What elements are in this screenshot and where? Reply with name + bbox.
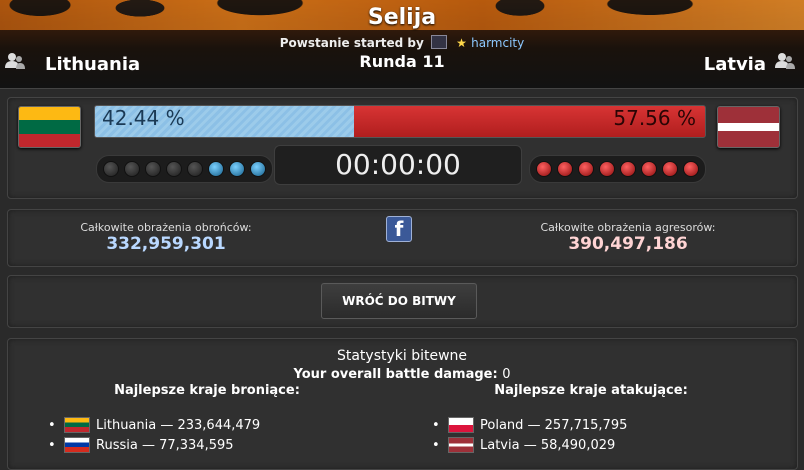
list-item: • Lithuania — 233,644,479 [48, 417, 261, 433]
defender-round-dot [250, 161, 266, 177]
attacker-round-dot [536, 161, 552, 177]
started-by-line: Powstanie started by ★ harmcity [0, 35, 804, 50]
defender-damage-value: 332,959,301 [106, 234, 226, 254]
list-item: • Poland — 257,715,795 [432, 417, 628, 433]
battle-header: Selija Powstanie started by ★ harmcity R… [0, 0, 804, 89]
attacker-country-link[interactable]: Latvia [704, 54, 766, 75]
star-icon: ★ [456, 36, 467, 50]
defender-round-dot [145, 161, 161, 177]
attacker-round-dot [557, 161, 573, 177]
list-item-text: Lithuania — 233,644,479 [96, 417, 261, 433]
defender-round-dot [103, 161, 119, 177]
top-attackers-list: • Poland — 257,715,795 • Latvia — 58,490… [432, 415, 627, 455]
russia-flag-icon [64, 437, 90, 453]
attacker-round-dots [529, 155, 706, 183]
starter-name-link[interactable]: harmcity [471, 36, 524, 50]
defender-round-dot [229, 161, 245, 177]
facebook-icon[interactable]: f [386, 216, 412, 242]
attacker-flag [717, 106, 780, 148]
stats-title: Statystyki bitewne [336, 348, 468, 364]
battle-timer: 00:00:00 [274, 145, 522, 185]
attacker-damage-value: 390,497,186 [568, 234, 688, 254]
list-item-text: Poland — 257,715,795 [480, 417, 628, 433]
top-defenders-heading: Najlepsze kraje broniące: [114, 383, 300, 398]
attacker-users-icon [775, 53, 795, 69]
back-to-battle-button[interactable]: WRÓĆ DO BITWY [321, 283, 477, 319]
starter-avatar-icon [430, 35, 447, 49]
defender-flag [18, 106, 81, 148]
list-item-text: Latvia — 58,490,029 [480, 437, 616, 453]
attacker-round-dot [662, 161, 678, 177]
attacker-damage-label: Całkowite obrażenia agresorów: [540, 221, 716, 234]
latvia-flag-icon [448, 437, 474, 453]
list-item-text: Russia — 77,334,595 [96, 437, 234, 453]
defender-round-dot [166, 161, 182, 177]
attacker-percent: 57.56 % [613, 106, 696, 130]
overall-damage-line: Your overall battle damage: 0 [0, 367, 804, 382]
defender-damage-label: Całkowite obrażenia obrońców: [80, 221, 252, 234]
poland-flag-icon [448, 417, 474, 433]
defender-round-dots [96, 155, 273, 183]
attacker-round-dot [683, 161, 699, 177]
defender-percent: 42.44 % [102, 106, 185, 130]
attacker-round-dot [599, 161, 615, 177]
defender-country-link[interactable]: Lithuania [45, 54, 140, 75]
defender-round-dot [208, 161, 224, 177]
top-defenders-list: • Lithuania — 233,644,479 • Russia — 77,… [48, 415, 260, 455]
attacker-round-dot [641, 161, 657, 177]
lithuania-flag-icon [64, 417, 90, 433]
list-item: • Russia — 77,334,595 [48, 437, 234, 453]
defender-round-dot [187, 161, 203, 177]
started-by-label: Powstanie started by [279, 36, 424, 50]
overall-damage-value: 0 [502, 367, 511, 382]
attacker-round-dot [578, 161, 594, 177]
top-attackers-heading: Najlepsze kraje atakujące: [494, 383, 688, 398]
attacker-round-dot [620, 161, 636, 177]
defender-round-dot [124, 161, 140, 177]
list-item: • Latvia — 58,490,029 [432, 437, 616, 453]
defender-users-icon [5, 53, 25, 69]
region-title: Selija [367, 5, 437, 30]
overall-damage-label: Your overall battle damage: [293, 367, 498, 382]
